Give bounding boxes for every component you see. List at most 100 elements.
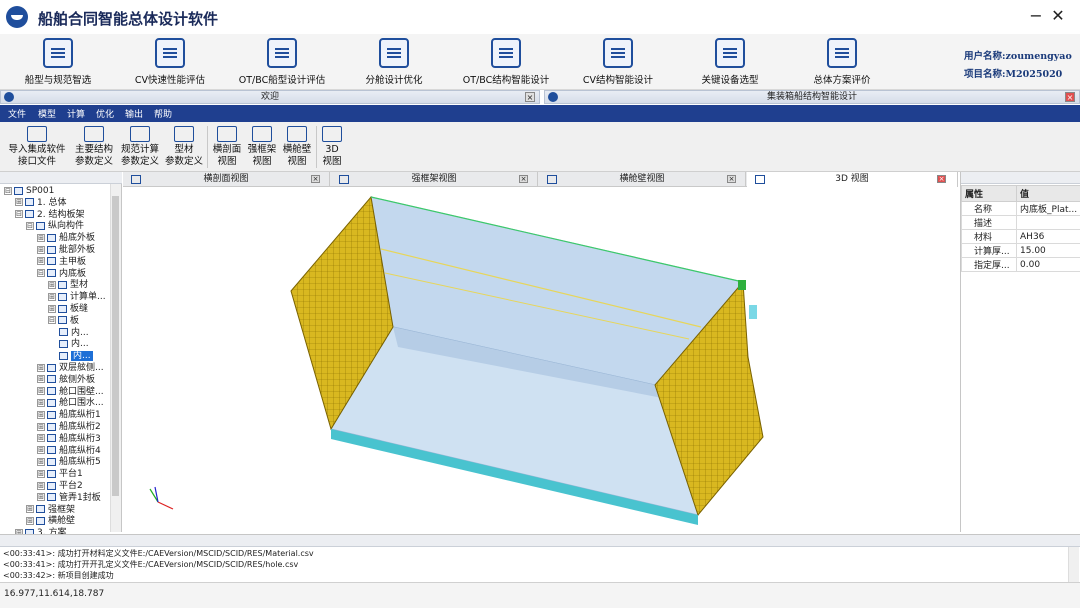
ribbon-equipment-button[interactable]: 关键设备选型: [674, 38, 786, 86]
expand-icon[interactable]: ⊞: [37, 398, 45, 407]
tree-item[interactable]: ⊞ 舷侧外板: [37, 375, 95, 386]
expand-icon[interactable]: ⊞: [37, 387, 45, 396]
expand-icon[interactable]: ⊞: [15, 198, 23, 207]
expand-icon[interactable]: ⊞: [48, 280, 56, 289]
log-scrollbar[interactable]: [1068, 547, 1079, 583]
menu-calc[interactable]: 计算: [67, 107, 85, 120]
tree-item[interactable]: 内...: [59, 328, 89, 339]
prop-row[interactable]: 计算厚... 15.00: [960, 243, 1080, 258]
tree-item[interactable]: ⊞ 横舱壁: [26, 516, 75, 527]
tree-item[interactable]: ⊞ 主甲板: [37, 257, 86, 268]
3d-viewport[interactable]: [123, 187, 958, 532]
tab-3d-view[interactable]: 3D 视图 ×: [747, 172, 958, 187]
tree-item[interactable]: ⊞ 舱口围壁...: [37, 387, 104, 398]
tree-item[interactable]: ⊞ 双层舷侧...: [37, 363, 104, 374]
expand-icon[interactable]: ⊞: [48, 304, 56, 313]
tree-scroll-thumb[interactable]: [112, 196, 119, 496]
profile-params-button[interactable]: 型材 参数定义: [162, 126, 206, 168]
web-frame-view-button[interactable]: 强框架 视图: [245, 126, 279, 168]
tree-item[interactable]: ⊞ 管弄1封板: [37, 493, 101, 504]
close-icon[interactable]: ×: [525, 92, 535, 102]
expand-icon[interactable]: ⊞: [37, 469, 45, 478]
close-button[interactable]: ✕: [1046, 4, 1070, 28]
tree-item[interactable]: ⊞ 船底纵桁4: [37, 446, 101, 457]
tree-item[interactable]: ⊞ 船底纵桁5: [37, 457, 101, 468]
tree-item[interactable]: ⊞ 平台1: [37, 469, 83, 480]
section-view-button[interactable]: 横剖面 视图: [210, 126, 244, 168]
minimize-button[interactable]: −: [1024, 4, 1048, 28]
menu-output[interactable]: 输出: [125, 107, 143, 120]
menu-file[interactable]: 文件: [8, 107, 26, 120]
ribbon-otbc-structure-button[interactable]: OT/BC结构智能设计: [450, 38, 562, 86]
structure-params-button[interactable]: 主要结构 参数定义: [72, 126, 116, 168]
expand-icon[interactable]: ⊞: [37, 457, 45, 466]
rule-calc-params-button[interactable]: 规范计算 参数定义: [118, 126, 162, 168]
prop-row[interactable]: 描述: [960, 215, 1080, 230]
collapse-icon[interactable]: ⊟: [15, 210, 23, 219]
ribbon-cv-performance-button[interactable]: CV快速性能评估: [114, 38, 226, 86]
expand-icon[interactable]: ⊞: [37, 434, 45, 443]
menu-model[interactable]: 模型: [38, 107, 56, 120]
expand-icon[interactable]: ⊞: [48, 292, 56, 301]
tree-item[interactable]: ⊞ 平台2: [37, 481, 83, 492]
tree-item[interactable]: ⊞ 船底纵桁3: [37, 434, 101, 445]
prop-value[interactable]: [1016, 215, 1080, 230]
expand-icon[interactable]: ⊞: [26, 505, 34, 514]
tree-item[interactable]: ⊞ 船底纵桁2: [37, 422, 101, 433]
tab-bulkhead-view[interactable]: 横舱壁视图 ×: [539, 172, 746, 187]
collapse-icon[interactable]: ⊟: [4, 186, 12, 195]
tree-item[interactable]: ⊞ 板缝: [48, 304, 88, 315]
expand-icon[interactable]: ⊞: [37, 410, 45, 419]
tree-item[interactable]: ⊟ 纵向构件: [26, 221, 84, 232]
tab-section-view[interactable]: 横剖面视图 ×: [123, 172, 330, 187]
expand-icon[interactable]: ⊞: [37, 493, 45, 502]
expand-icon[interactable]: ⊞: [37, 481, 45, 490]
tree-item[interactable]: ⊞ 计算单...: [48, 292, 106, 303]
bulkhead-view-button[interactable]: 横舱壁 视图: [280, 126, 314, 168]
tree-item[interactable]: ⊟ 板: [48, 316, 79, 327]
ribbon-evaluation-button[interactable]: 总体方案评价: [786, 38, 898, 86]
tree-item[interactable]: ⊟ 内底板: [37, 269, 86, 280]
collapse-icon[interactable]: ⊟: [48, 316, 56, 325]
prop-row[interactable]: 指定厚... 0.00: [960, 257, 1080, 272]
tree-item[interactable]: ⊞ 船底外板: [37, 233, 95, 244]
view-3d-button[interactable]: 3D 视图: [318, 126, 346, 168]
close-icon[interactable]: ×: [727, 175, 736, 183]
tree-item[interactable]: 内...: [59, 351, 93, 362]
tree-item[interactable]: ⊞ 船底纵桁1: [37, 410, 101, 421]
tree-item[interactable]: ⊞ 强框架: [26, 505, 75, 516]
expand-icon[interactable]: ⊞: [37, 363, 45, 372]
collapse-icon[interactable]: ⊟: [26, 221, 34, 230]
close-icon[interactable]: ×: [1065, 92, 1075, 102]
ribbon-otbc-form-button[interactable]: OT/BC船型设计评估: [226, 38, 338, 86]
prop-value[interactable]: 15.00: [1016, 243, 1080, 258]
tree-item[interactable]: ⊟ SP001: [4, 186, 54, 197]
prop-row[interactable]: 名称 内底板_Plat...: [960, 201, 1080, 216]
ribbon-compartment-button[interactable]: 分舱设计优化: [338, 38, 450, 86]
ribbon-cv-structure-button[interactable]: CV结构智能设计: [562, 38, 674, 86]
menu-help[interactable]: 帮助: [154, 107, 172, 120]
prop-value[interactable]: AH36: [1016, 229, 1080, 244]
expand-icon[interactable]: ⊞: [37, 422, 45, 431]
expand-icon[interactable]: ⊞: [37, 233, 45, 242]
close-icon[interactable]: ×: [937, 175, 946, 183]
tree-item[interactable]: ⊟ 2. 结构板架: [15, 210, 84, 221]
expand-icon[interactable]: ⊞: [37, 446, 45, 455]
tree-item[interactable]: ⊞ 舱口围水...: [37, 398, 104, 409]
expand-icon[interactable]: ⊞: [26, 516, 34, 525]
tree-item[interactable]: ⊞ 1. 总体: [15, 198, 66, 209]
prop-value[interactable]: 0.00: [1016, 257, 1080, 272]
expand-icon[interactable]: ⊞: [37, 245, 45, 254]
tree-item[interactable]: ⊞ 型材: [48, 280, 88, 291]
close-icon[interactable]: ×: [311, 175, 320, 183]
tree-item[interactable]: ⊞ 舭部外板: [37, 245, 95, 256]
tree-item[interactable]: 内...: [59, 339, 89, 350]
tab-frame-view[interactable]: 强框架视图 ×: [331, 172, 538, 187]
menu-optimize[interactable]: 优化: [96, 107, 114, 120]
import-interface-button[interactable]: 导入集成软件 接口文件: [6, 126, 68, 168]
prop-row[interactable]: 材料 AH36: [960, 229, 1080, 244]
3d-model-canvas[interactable]: [123, 187, 958, 532]
collapse-icon[interactable]: ⊟: [37, 269, 45, 278]
expand-icon[interactable]: ⊞: [37, 257, 45, 266]
close-icon[interactable]: ×: [519, 175, 528, 183]
